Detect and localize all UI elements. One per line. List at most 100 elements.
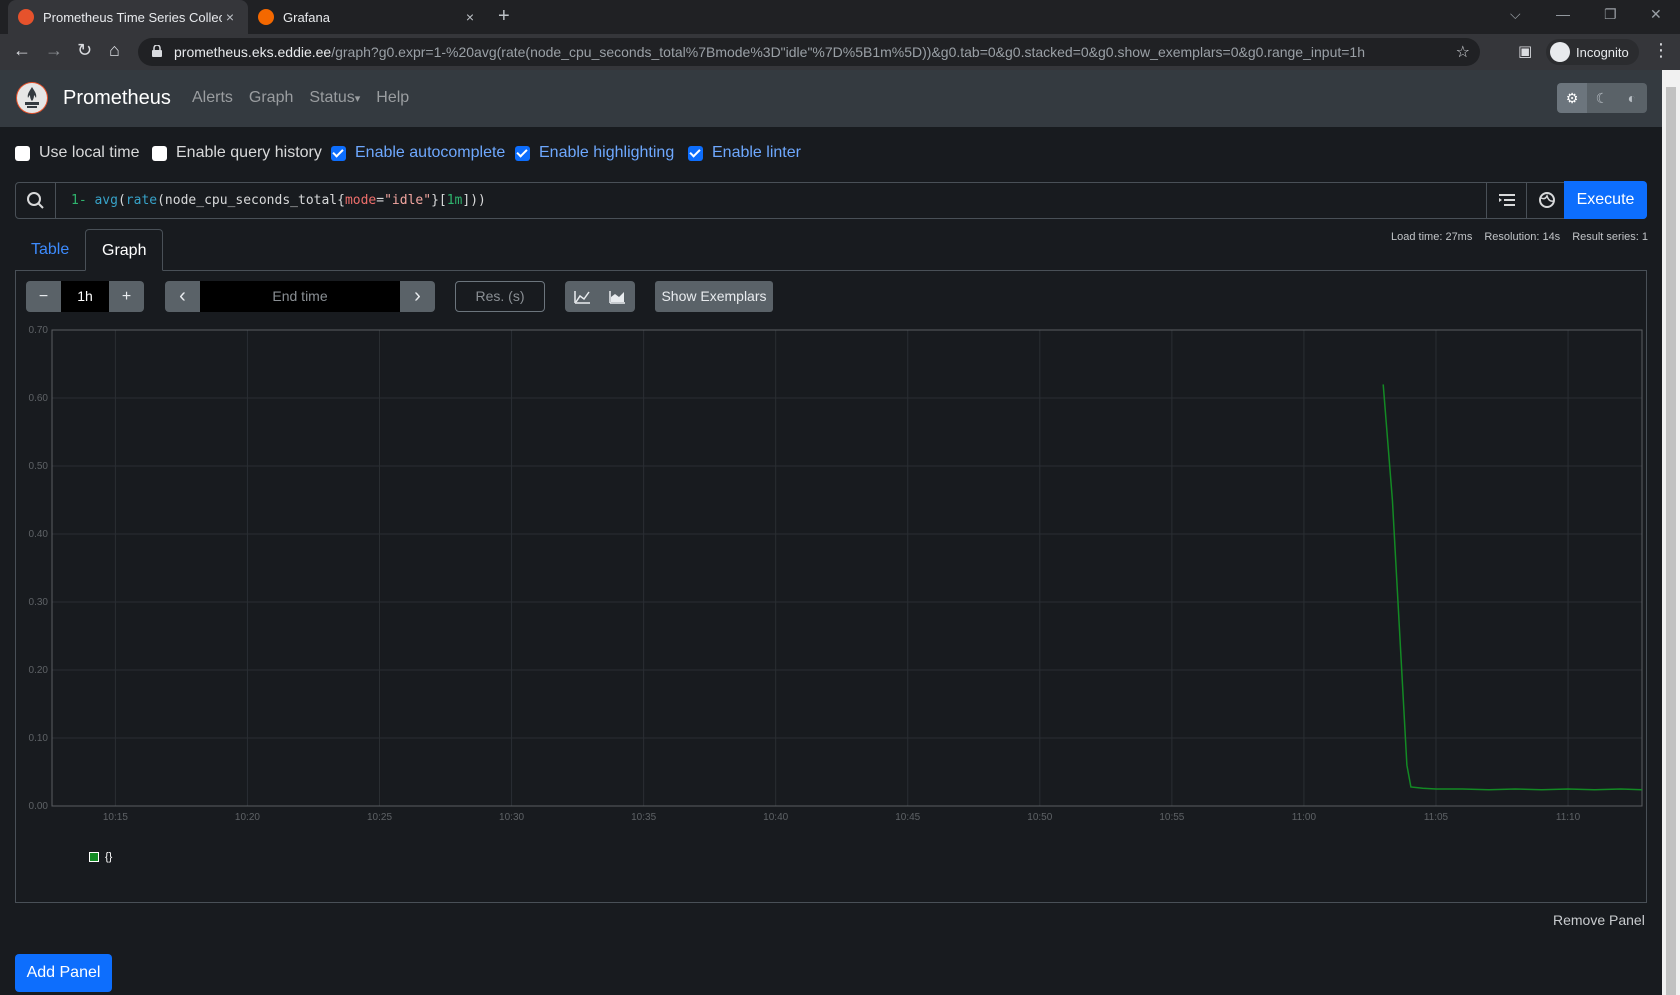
nav-graph[interactable]: Graph [249,89,293,107]
query-token: 1- [71,193,95,208]
next-time-button[interactable]: › [400,281,435,312]
end-time-input[interactable]: End time [200,281,400,312]
decrease-range-button[interactable]: − [26,281,61,312]
browser-tab-title: Grafana [283,9,330,25]
browser-menu-icon[interactable]: ⋮ [1652,40,1670,61]
add-panel-button[interactable]: Add Panel [15,954,112,992]
page-scrollbar[interactable] [1662,70,1680,995]
y-tick-label: 0.70 [29,325,49,336]
checkbox-query-history[interactable] [152,145,167,161]
legend-label[interactable]: {} [105,851,112,863]
option-query-history[interactable]: Enable query history [152,144,322,162]
execute-button[interactable]: Execute [1564,181,1647,219]
option-highlighting[interactable]: Enable highlighting [515,144,674,162]
y-tick-label: 0.50 [29,461,49,472]
end-time-control: ‹ End time › [165,281,435,312]
x-tick-label: 10:40 [763,812,788,822]
prometheus-favicon-icon [18,9,34,25]
query-token: ( [117,193,126,208]
brand-link[interactable]: Prometheus [16,82,171,114]
close-tab-icon[interactable]: × [462,9,478,25]
remove-panel-button[interactable]: Remove Panel [1553,912,1645,928]
browser-tab-grafana[interactable]: Grafana × [248,0,488,34]
y-tick-label: 0.20 [29,665,49,676]
checkbox-autocomplete[interactable] [331,145,346,161]
incognito-profile-button[interactable]: Incognito [1546,39,1639,65]
query-token: (node_cpu_seconds_total{ [157,193,345,208]
plot-border [51,329,1643,807]
y-tick-label: 0.40 [29,529,49,540]
x-tick-label: 10:45 [895,812,920,822]
nav-alerts[interactable]: Alerts [192,89,233,107]
chart-area: 0.00 0.10 0.20 0.30 0.40 0.50 0.60 0.70 10:15 10:… [18,322,1646,823]
address-bar[interactable]: prometheus.eks.eddie.ee/graph?g0.expr=1-… [138,38,1480,66]
legend-swatch[interactable] [89,852,99,862]
home-icon[interactable]: ⌂ [109,40,120,61]
browser-tab-title: Prometheus Time Series Collectio [43,9,222,25]
minimize-icon[interactable]: — [1556,6,1570,22]
bookmark-star-icon[interactable]: ☆ [1456,42,1470,62]
nav-help[interactable]: Help [376,89,409,107]
option-label: Enable linter [712,144,801,161]
side-panel-icon[interactable]: ▣ [1518,42,1532,60]
option-linter[interactable]: Enable linter [688,144,801,162]
nav-status[interactable]: Status▾ [309,89,360,107]
increase-range-button[interactable]: + [109,281,144,312]
browser-tab-strip: Prometheus Time Series Collectio × Grafa… [0,0,1680,34]
option-use-local-time[interactable]: Use local time [15,144,139,162]
browser-toolbar: ← → ↻ ⌂ prometheus.eks.eddie.ee/graph?g0… [0,34,1680,70]
theme-light-gear-icon[interactable]: ⚙ [1557,83,1587,113]
y-tick-label: 0.10 [29,733,49,744]
y-tick-label: 0.30 [29,597,49,608]
x-tick-label: 11:05 [1424,812,1449,822]
format-query-icon[interactable] [1486,183,1526,218]
unstacked-line-chart-icon[interactable] [565,281,600,312]
range-input[interactable]: 1h [61,281,109,312]
query-token: ])) [462,193,486,208]
prometheus-navbar: Prometheus Alerts Graph Status▾ Help ⚙ ☾… [0,70,1662,127]
back-icon[interactable]: ← [13,40,31,61]
range-control: − 1h + [26,281,144,312]
checkbox-use-local-time[interactable] [15,145,30,161]
new-tab-icon[interactable]: + [498,5,510,28]
x-tick-label: 10:20 [235,812,260,822]
x-tick-label: 10:15 [103,812,128,822]
checkbox-linter[interactable] [688,145,703,161]
series-line [1382,384,1643,791]
theme-dark-moon-icon[interactable]: ☾ [1587,83,1617,113]
brand-name: Prometheus [63,86,171,109]
resolution-input[interactable]: Res. (s) [455,281,545,312]
grafana-favicon-icon [258,9,274,25]
nav-links: Alerts Graph Status▾ Help [192,89,409,107]
chevron-down-icon: ▾ [354,93,361,105]
x-tick-label: 10:30 [499,812,524,822]
y-tick-label: 0.60 [29,393,49,404]
url-host: prometheus.eks.eddie.ee [174,44,332,60]
theme-auto-contrast-icon[interactable]: ◐ [1617,83,1647,113]
tab-graph[interactable]: Graph [85,229,164,271]
prometheus-logo-icon [16,82,48,114]
tab-table[interactable]: Table [15,229,85,271]
query-token: avg [94,193,118,208]
option-autocomplete[interactable]: Enable autocomplete [331,144,505,162]
metrics-explorer-globe-icon[interactable] [1526,183,1566,218]
stacked-area-chart-icon[interactable] [600,281,635,312]
query-token: = [376,193,385,208]
incognito-label: Incognito [1576,44,1629,60]
restore-icon[interactable]: ❐ [1604,6,1617,23]
close-tab-icon[interactable]: × [222,9,238,25]
query-token: mode [344,193,377,208]
tab-search-icon[interactable]: ⌵ [1510,6,1521,23]
reload-icon[interactable]: ↻ [77,40,92,61]
scrollbar-thumb[interactable] [1666,87,1676,995]
show-exemplars-button[interactable]: Show Exemplars [655,281,773,312]
query-expression-input[interactable]: 1- avg(rate(node_cpu_seconds_total{mode=… [71,193,486,208]
option-label: Enable query history [176,144,322,161]
browser-tab-prometheus[interactable]: Prometheus Time Series Collectio × [8,0,248,34]
previous-time-button[interactable]: ‹ [165,281,200,312]
checkbox-highlighting[interactable] [515,145,530,161]
search-icon [16,183,56,218]
close-window-icon[interactable]: ✕ [1650,6,1662,23]
forward-icon[interactable]: → [45,40,63,61]
query-token: "idle" [384,193,432,208]
